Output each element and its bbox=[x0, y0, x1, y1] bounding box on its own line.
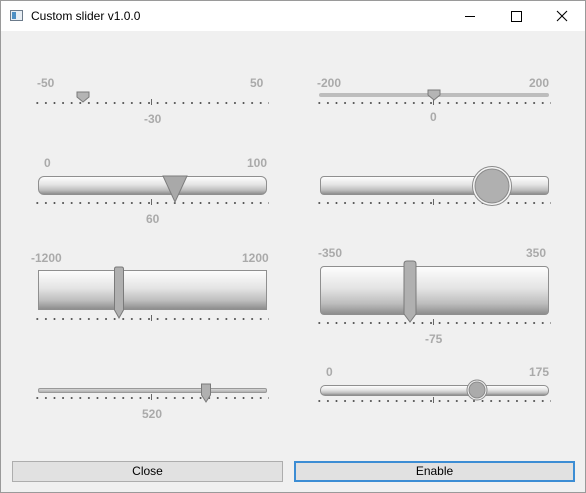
slider-5-min-label: -1200 bbox=[31, 251, 62, 265]
slider-4-thumb[interactable] bbox=[471, 165, 513, 207]
app-window: Custom slider v1.0.0 -50 50 -30 -200 200 bbox=[0, 0, 586, 493]
slider-8-thumb[interactable] bbox=[466, 379, 488, 401]
title-bar: Custom slider v1.0.0 bbox=[1, 1, 585, 31]
slider-6-min-label: -350 bbox=[318, 246, 343, 260]
slider-6-value-label: -75 bbox=[425, 332, 443, 346]
slider-2-value-label: 0 bbox=[430, 110, 437, 124]
slider-1-min-label: -50 bbox=[37, 76, 55, 90]
maximize-button[interactable] bbox=[493, 1, 539, 31]
maximize-icon bbox=[511, 11, 522, 22]
slider-1-max-label: 50 bbox=[250, 76, 264, 90]
slider-3-min-label: 0 bbox=[44, 156, 51, 170]
close-button[interactable]: Close bbox=[12, 461, 283, 482]
window-title: Custom slider v1.0.0 bbox=[31, 9, 141, 23]
slider-5-max-label: 1200 bbox=[242, 251, 269, 265]
slider-5-track bbox=[38, 270, 267, 310]
slider-8-min-label: 0 bbox=[326, 365, 333, 379]
client-area: -50 50 -30 -200 200 0 0 100 60 -1200 120… bbox=[1, 31, 585, 492]
slider-2-max-label: 200 bbox=[529, 76, 550, 90]
close-icon bbox=[556, 10, 568, 22]
slider-2-min-label: -200 bbox=[317, 76, 342, 90]
slider-5-thumb[interactable] bbox=[113, 266, 125, 320]
slider-2-thumb[interactable] bbox=[427, 89, 441, 101]
slider-7-center-tick bbox=[151, 394, 152, 400]
minimize-button[interactable] bbox=[447, 1, 493, 31]
enable-button[interactable]: Enable bbox=[294, 461, 575, 482]
slider-6-max-label: 350 bbox=[526, 246, 547, 260]
slider-6-center-tick bbox=[433, 319, 434, 325]
slider-1-value-label: -30 bbox=[144, 112, 162, 126]
slider-3-center-tick bbox=[151, 199, 152, 205]
slider-3-max-label: 100 bbox=[247, 156, 268, 170]
app-icon bbox=[10, 10, 23, 21]
slider-3-thumb[interactable] bbox=[162, 175, 188, 203]
slider-6-track bbox=[320, 266, 549, 315]
slider-1-center-tick bbox=[151, 99, 152, 105]
slider-4-track bbox=[320, 176, 549, 195]
slider-1-thumb[interactable] bbox=[76, 91, 90, 103]
slider-8-track bbox=[320, 385, 549, 396]
slider-8-center-tick bbox=[433, 397, 434, 403]
minimize-icon bbox=[465, 16, 475, 17]
slider-7-thumb[interactable] bbox=[200, 383, 212, 403]
slider-7-track bbox=[38, 388, 267, 393]
slider-4-center-tick bbox=[433, 199, 434, 205]
slider-5-center-tick bbox=[151, 315, 152, 321]
slider-3-track bbox=[38, 176, 267, 195]
slider-8-max-label: 175 bbox=[529, 365, 550, 379]
slider-7-value-label: 520 bbox=[142, 407, 163, 421]
slider-3-value-label: 60 bbox=[146, 212, 160, 226]
slider-6-thumb[interactable] bbox=[402, 260, 418, 324]
close-window-button[interactable] bbox=[539, 1, 585, 31]
